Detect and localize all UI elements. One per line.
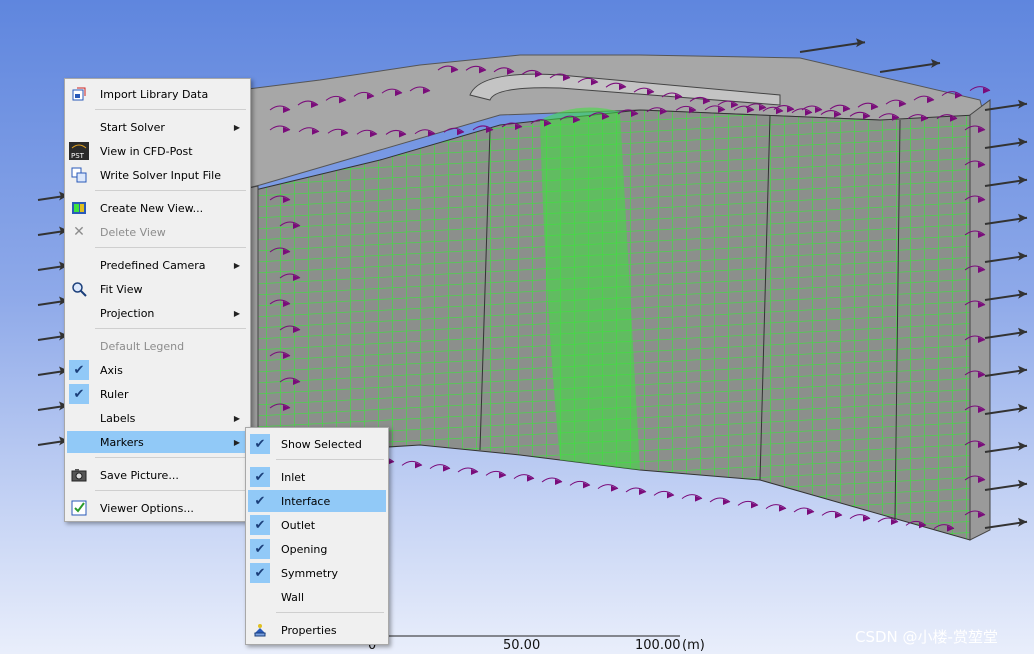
new-view-icon bbox=[69, 198, 89, 218]
menu-start-solver[interactable]: Start Solver ▶ bbox=[67, 116, 248, 138]
menu-predefined-camera[interactable]: Predefined Camera ▶ bbox=[67, 254, 248, 276]
marker-show-selected[interactable]: ✔ Show Selected bbox=[248, 433, 386, 455]
menu-viewer-options[interactable]: Viewer Options... bbox=[67, 497, 248, 519]
marker-properties[interactable]: Properties bbox=[248, 619, 386, 641]
delete-icon: ✕ bbox=[73, 224, 85, 240]
watermark: CSDN @小楼-赏堃堂 bbox=[855, 628, 998, 646]
menu-write-solver-input-file[interactable]: Write Solver Input File bbox=[67, 164, 248, 186]
write-file-icon bbox=[69, 165, 89, 185]
menu-save-picture[interactable]: Save Picture... bbox=[67, 464, 248, 486]
menu-markers[interactable]: Markers ▶ bbox=[67, 431, 248, 453]
menu-delete-view[interactable]: ✕ Delete View bbox=[67, 221, 248, 243]
menu-axis[interactable]: ✔ Axis bbox=[67, 359, 248, 381]
checkmark-icon: ✔ bbox=[250, 539, 270, 559]
ruler-label-100: 100.00 bbox=[635, 638, 681, 653]
markers-submenu: ✔ Show Selected ✔ Inlet ✔ Interface ✔ Ou… bbox=[245, 427, 389, 645]
menu-fit-view[interactable]: Fit View bbox=[67, 278, 248, 300]
menu-projection[interactable]: Projection ▶ bbox=[67, 302, 248, 324]
properties-icon bbox=[250, 620, 270, 640]
ruler-label-50: 50.00 bbox=[503, 638, 541, 653]
camera-icon bbox=[69, 465, 89, 485]
menu-create-new-view[interactable]: Create New View... bbox=[67, 197, 248, 219]
cfd-post-icon: PST bbox=[69, 141, 89, 161]
submenu-arrow-icon: ▶ bbox=[233, 122, 240, 132]
checkmark-icon: ✔ bbox=[69, 384, 89, 404]
submenu-arrow-icon: ▶ bbox=[233, 437, 240, 447]
marker-outlet[interactable]: ✔ Outlet bbox=[248, 514, 386, 536]
import-library-icon bbox=[69, 84, 89, 104]
menu-default-legend[interactable]: Default Legend bbox=[67, 335, 248, 357]
viewer-context-menu: Import Library Data Start Solver ▶ PST V… bbox=[64, 78, 251, 522]
menu-labels[interactable]: Labels ▶ bbox=[67, 407, 248, 429]
checkmark-icon: ✔ bbox=[250, 515, 270, 535]
checkmark-icon: ✔ bbox=[250, 491, 270, 511]
marker-interface[interactable]: ✔ Interface bbox=[248, 490, 386, 512]
checkmark-icon: ✔ bbox=[69, 360, 89, 380]
zoom-icon bbox=[69, 279, 89, 299]
options-icon bbox=[69, 498, 89, 518]
menu-ruler[interactable]: ✔ Ruler bbox=[67, 383, 248, 405]
marker-symmetry[interactable]: ✔ Symmetry bbox=[248, 562, 386, 584]
menu-view-in-cfd-post[interactable]: PST View in CFD-Post bbox=[67, 140, 248, 162]
menu-import-library-data[interactable]: Import Library Data bbox=[67, 83, 248, 105]
submenu-arrow-icon: ▶ bbox=[233, 308, 240, 318]
marker-opening[interactable]: ✔ Opening bbox=[248, 538, 386, 560]
submenu-arrow-icon: ▶ bbox=[233, 413, 240, 423]
marker-inlet[interactable]: ✔ Inlet bbox=[248, 466, 386, 488]
marker-wall[interactable]: Wall bbox=[248, 586, 386, 608]
checkmark-icon: ✔ bbox=[250, 434, 270, 454]
submenu-arrow-icon: ▶ bbox=[233, 260, 240, 270]
checkmark-icon: ✔ bbox=[250, 467, 270, 487]
ruler-unit: (m) bbox=[682, 638, 705, 653]
checkmark-icon: ✔ bbox=[250, 563, 270, 583]
svg-text:PST: PST bbox=[71, 152, 85, 160]
